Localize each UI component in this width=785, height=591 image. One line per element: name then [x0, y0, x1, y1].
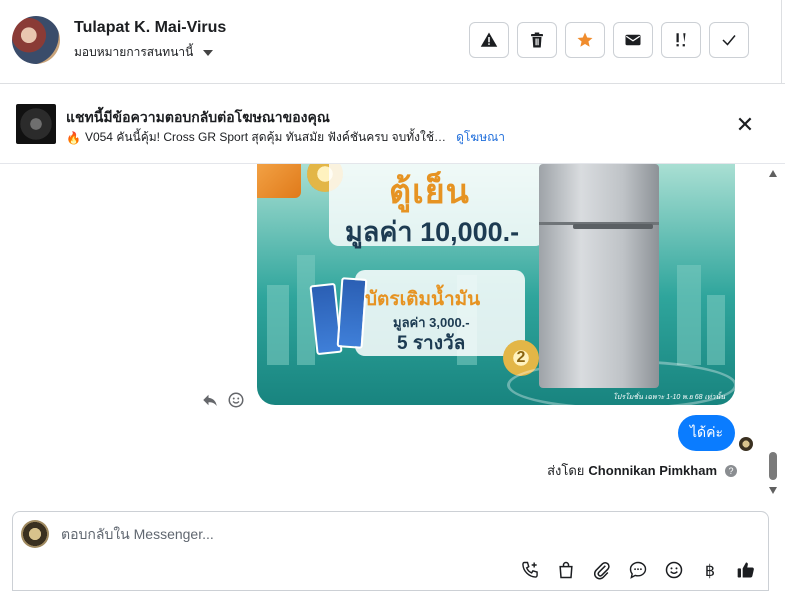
ad-name: V054 คันนี้คุ้ม! Cross GR Sport สุดคุ้ม …: [84, 130, 447, 144]
question-icon[interactable]: ?: [725, 464, 737, 477]
delete-button[interactable]: [517, 22, 557, 58]
assign-conversation-dropdown[interactable]: มอบหมายการสนทนานี้: [74, 43, 214, 62]
assign-label: มอบหมายการสนทนานี้: [74, 45, 194, 59]
phone-plus-icon: [522, 561, 538, 578]
star-icon: [577, 32, 593, 47]
envelope-icon: [625, 34, 641, 46]
shop-button[interactable]: [556, 560, 576, 580]
mark-done-button[interactable]: [709, 22, 749, 58]
follow-up-button[interactable]: [661, 22, 701, 58]
emoji-button[interactable]: [664, 560, 684, 580]
react-button[interactable]: [226, 390, 246, 410]
like-button[interactable]: [736, 560, 756, 580]
close-icon: ✕: [735, 112, 755, 137]
emoji-icon: [665, 561, 683, 579]
sent-by-prefix: ส่งโดย: [547, 463, 585, 478]
outgoing-message-bubble[interactable]: ได้ค่ะ: [678, 415, 736, 451]
fuel-card-count: 5 รางวัล: [397, 333, 466, 354]
fuel-card-title: บัตรเติมน้ำมัน: [365, 289, 481, 310]
promo-image-message[interactable]: ตู้เย็น มูลค่า 10,000.- บัตรเติมน้ำมัน ม…: [257, 164, 735, 405]
contact-avatar[interactable]: [12, 16, 60, 64]
ad-banner-subtitle: 🔥 V054 คันนี้คุ้ม! Cross GR Sport สุดคุ้…: [66, 128, 505, 147]
message-tools: [200, 390, 246, 410]
fire-icon: 🔥: [66, 130, 81, 145]
close-banner-button[interactable]: ✕: [733, 112, 757, 137]
reply-input[interactable]: [61, 522, 751, 546]
ad-thumbnail: [16, 104, 56, 144]
paperclip-icon: [593, 561, 610, 580]
panel-divider: [781, 0, 782, 84]
sent-by-line: ส่งโดย Chonnikan Pimkham ?: [547, 460, 737, 481]
smiley-icon: [228, 392, 244, 408]
promo-headline-value: มูลค่า 10,000.-: [345, 217, 520, 247]
shopping-bag-icon: [559, 561, 573, 579]
payment-button[interactable]: ฿: [700, 560, 720, 580]
sent-by-name: Chonnikan Pimkham: [588, 463, 717, 478]
mark-spam-button[interactable]: [469, 22, 509, 58]
ad-reply-banner: แชทนี้มีข้อความตอบกลับต่อโฆษณาของคุณ 🔥 V…: [0, 85, 785, 164]
fridge-handle: [573, 224, 653, 229]
message-thread[interactable]: ตู้เย็น มูลค่า 10,000.- บัตรเติมน้ำมัน ม…: [0, 164, 785, 500]
attach-button[interactable]: [592, 560, 612, 580]
warning-icon: [480, 32, 498, 47]
thumbs-up-icon: [737, 562, 754, 578]
thread-scrollbar[interactable]: [767, 164, 779, 500]
promo-fineprint: โปรโมชั่น เฉพาะ 1-10 พ.ย 68 เท่านั้น: [613, 394, 726, 401]
message-composer: ฿: [12, 511, 769, 591]
important-icon: [676, 33, 686, 47]
trash-icon: [531, 32, 543, 48]
conversation-header: Tulapat K. Mai-Virus มอบหมายการสนทนานี้: [0, 0, 785, 84]
contact-name[interactable]: Tulapat K. Mai-Virus: [74, 19, 226, 37]
call-button[interactable]: [520, 560, 540, 580]
mark-unread-button[interactable]: [613, 22, 653, 58]
scroll-thumb[interactable]: [769, 452, 777, 480]
scroll-up-arrow-icon[interactable]: [769, 170, 777, 177]
ad-banner-title: แชทนี้มีข้อความตอบกลับต่อโฆษณาของคุณ: [66, 109, 330, 125]
page-avatar: [21, 520, 49, 548]
star-button[interactable]: [565, 22, 605, 58]
scroll-down-arrow-icon[interactable]: [769, 487, 777, 494]
reply-icon: [203, 394, 217, 406]
check-icon: [722, 35, 736, 46]
view-ad-link[interactable]: ดูโฆษณา: [456, 128, 505, 147]
saved-replies-button[interactable]: [628, 560, 648, 580]
conversation-actions: [469, 22, 749, 58]
voucher-graphic: [336, 277, 368, 349]
reply-button[interactable]: [200, 390, 220, 410]
refrigerator-graphic: [539, 164, 659, 388]
chevron-down-icon: [203, 49, 214, 56]
chat-bubble-icon: [629, 561, 647, 579]
baht-icon: ฿: [704, 560, 716, 580]
gift-box-graphic: [257, 164, 301, 198]
composer-toolbar: ฿: [520, 560, 756, 580]
sender-avatar: [739, 437, 753, 451]
